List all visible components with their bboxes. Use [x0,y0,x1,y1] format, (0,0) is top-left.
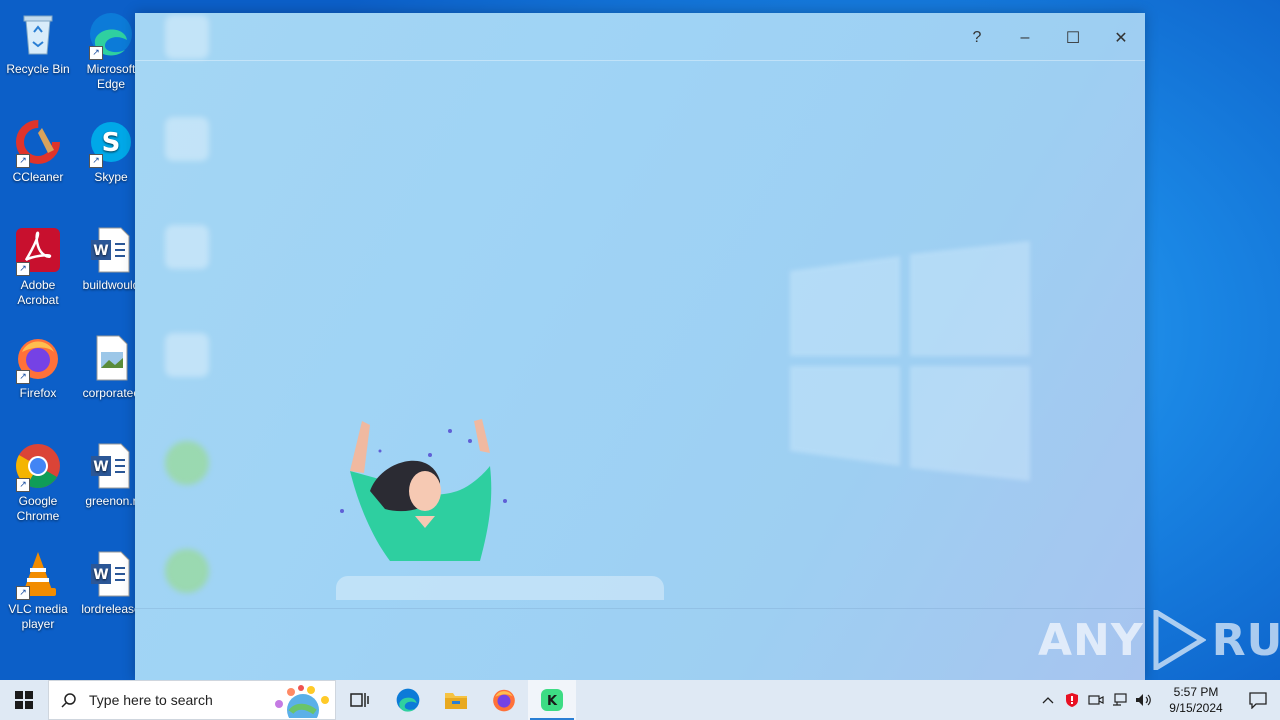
desktop-icon-adobe-acrobat[interactable]: ↗ Adobe Acrobat [0,222,76,308]
task-view-icon [350,693,369,707]
clock-time: 5:57 PM [1173,685,1219,699]
edge-icon: ↗ [87,10,135,60]
notification-icon [1249,692,1267,709]
celebrating-woman-illustration [340,419,507,561]
maximize-button[interactable]: ☐ [1051,23,1095,53]
svg-text:K: K [547,694,558,709]
taskbar-clock[interactable]: 5:57 PM 9/15/2024 [1156,684,1236,716]
firefox-icon [493,689,515,712]
security-alert-tray[interactable] [1060,680,1084,720]
word-doc-icon: W [87,442,135,490]
svg-text:S: S [102,128,121,158]
installer-dialog[interactable]: ? – ☐ ✕ [135,13,1145,680]
close-button[interactable]: ✕ [1099,23,1143,53]
taskbar-kaspersky[interactable]: K [528,680,576,720]
desktop-icon-vlc[interactable]: ↗ VLC media player [0,546,76,632]
icon-label: Google Chrome [16,494,60,523]
icon-label: CCleaner [12,170,64,184]
search-highlight-icon [275,685,329,718]
acrobat-icon: ↗ [14,226,62,276]
search-icon [61,693,76,708]
close-icon: ✕ [1114,30,1128,47]
taskbar-edge[interactable] [384,680,432,720]
ccleaner-icon: ↗ [14,118,62,168]
icon-label: Adobe Acrobat [17,278,59,307]
svg-text:W: W [93,459,108,475]
anyrun-watermark: ANY RUN [1038,610,1280,670]
title-divider [135,60,1145,61]
file-explorer-icon [445,693,467,709]
task-view-button[interactable] [336,680,384,720]
image-file-icon [87,334,135,382]
icon-label: Firefox [19,386,57,400]
watermark-text-left: ANY [1038,614,1144,666]
system-tray: 5:57 PM 9/15/2024 [1036,680,1280,720]
taskbar: Type here to search K 5:57 PM 9/15/2024 [0,680,1280,720]
firefox-icon: ↗ [14,334,62,384]
chrome-icon: ↗ [14,442,62,492]
help-icon: ? [972,29,982,46]
icon-label: VLC media player [8,602,68,631]
edge-icon [396,688,420,712]
camera-icon [1088,695,1104,705]
minimize-icon: – [1020,29,1030,46]
show-hidden-icons-button[interactable] [1036,680,1060,720]
icon-label: Recycle Bin [6,62,70,76]
network-tray[interactable] [1108,680,1132,720]
chevron-up-icon [1042,697,1054,704]
recycle-bin-icon [14,10,62,58]
svg-text:W: W [93,567,108,583]
blurred-windows-logo [790,241,1030,481]
minimize-button[interactable]: – [1003,23,1047,53]
desktop-icon-ccleaner[interactable]: ↗ CCleaner [0,114,76,185]
desktop-icon-recycle-bin[interactable]: Recycle Bin [0,6,76,77]
skype-icon: S ↗ [87,118,135,168]
desktop-icon-google-chrome[interactable]: ↗ Google Chrome [0,438,76,524]
volume-tray[interactable] [1132,680,1156,720]
blurred-icon [165,225,209,269]
blurred-icon [165,15,209,59]
blurred-icon [165,117,209,161]
taskbar-firefox[interactable] [480,680,528,720]
watermark-text-right: RUN [1211,614,1280,666]
play-icon [1153,610,1206,670]
word-doc-icon: W [87,550,135,598]
word-doc-icon: W [87,226,135,274]
clock-date: 9/15/2024 [1169,701,1223,715]
speaker-icon [1136,694,1151,706]
windows-start-icon [15,691,33,709]
taskbar-file-explorer[interactable] [432,680,480,720]
action-button-placeholder[interactable] [336,576,664,600]
desktop-icon-firefox[interactable]: ↗ Firefox [0,330,76,401]
help-button[interactable]: ? [955,23,999,53]
svg-text:W: W [93,243,108,259]
search-placeholder: Type here to search [89,692,213,708]
taskbar-search-box[interactable]: Type here to search [48,680,336,720]
start-button[interactable] [0,680,48,720]
network-icon [1113,693,1127,706]
kaspersky-icon: K [541,689,563,711]
blurred-icon [165,333,209,377]
blurred-icon [165,549,209,593]
blurred-icon [165,441,209,485]
footer-divider [135,608,1145,609]
maximize-icon: ☐ [1065,30,1081,47]
shield-alert-icon [1066,693,1078,707]
meet-now-tray[interactable] [1084,680,1108,720]
action-center-button[interactable] [1236,680,1280,720]
vlc-icon: ↗ [14,550,62,600]
